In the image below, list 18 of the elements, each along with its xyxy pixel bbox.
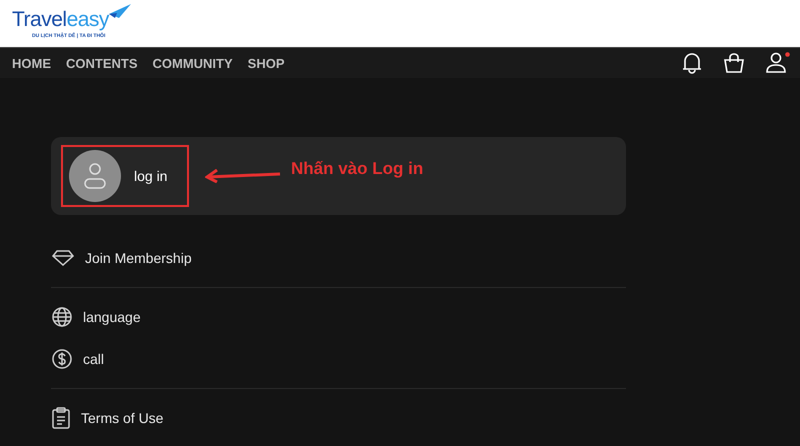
login-link[interactable]: log in bbox=[134, 168, 168, 184]
shopping-bag-icon[interactable] bbox=[724, 53, 744, 73]
nav-link[interactable]: CONTENTS bbox=[66, 56, 138, 70]
menu-item[interactable]: Terms of Use bbox=[81, 410, 164, 426]
menu-item[interactable]: language bbox=[83, 309, 141, 325]
dollar-icon bbox=[52, 349, 72, 369]
globe-icon bbox=[52, 307, 72, 327]
annotation-text: Nhấn vào Log in bbox=[291, 159, 424, 179]
avatar-icon[interactable] bbox=[69, 150, 121, 202]
diamond-icon bbox=[52, 250, 74, 266]
clipboard-icon bbox=[52, 407, 70, 429]
bell-icon[interactable] bbox=[682, 52, 702, 74]
user-icon[interactable] bbox=[766, 52, 790, 74]
nav-link[interactable]: COMMUNITY bbox=[152, 56, 233, 70]
nav-link[interactable]: HOME bbox=[12, 56, 51, 70]
nav-link[interactable]: SHOP bbox=[248, 56, 285, 70]
menu-item[interactable]: Join Membership bbox=[85, 250, 192, 266]
menu-item[interactable]: call bbox=[83, 351, 104, 367]
